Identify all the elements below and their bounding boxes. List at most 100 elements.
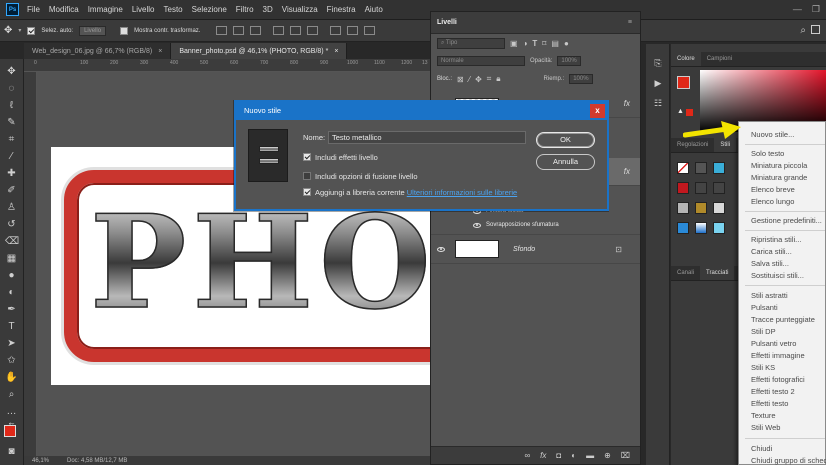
include-effects-checkbox[interactable] [303, 153, 311, 161]
menu-item[interactable]: Pulsanti [751, 303, 778, 312]
filter-toggle-icon[interactable]: ● [564, 39, 569, 48]
style-swatch[interactable] [677, 222, 689, 234]
new-layer-icon[interactable]: ⊕ [604, 451, 611, 460]
tab-colore[interactable]: Colore [671, 52, 701, 66]
properties-panel-icon[interactable]: ☷ [652, 98, 664, 110]
close-icon[interactable]: × [158, 48, 162, 55]
marquee-tool-icon[interactable]: ◌ [5, 82, 18, 95]
move-tool-icon[interactable]: ✥ [4, 25, 12, 36]
autoselect-checkbox[interactable] [27, 26, 36, 35]
add-style-icon[interactable]: fx [540, 451, 546, 460]
menu-livello[interactable]: Livello [132, 5, 155, 14]
menu-item[interactable]: Ripristina stili... [751, 235, 801, 244]
eyedropper-tool-icon[interactable]: ⁄ [5, 150, 18, 163]
distribute-top-icon[interactable] [330, 26, 342, 35]
quick-select-tool-icon[interactable]: ✎ [5, 116, 18, 129]
menu-item[interactable]: Effetti immagine [751, 351, 805, 360]
style-swatch[interactable] [713, 202, 725, 214]
tab-banner-photo[interactable]: Banner_photo.psd @ 46,1% (PHOTO, RGB/8) … [171, 43, 348, 59]
style-swatch[interactable] [677, 162, 689, 174]
filter-type-icon[interactable]: T [532, 39, 537, 48]
close-button[interactable]: x [590, 104, 605, 118]
menu-3d[interactable]: 3D [263, 5, 273, 14]
add-to-library-checkbox[interactable] [303, 188, 311, 196]
style-swatch[interactable] [713, 222, 725, 234]
shape-tool-icon[interactable]: ✩ [5, 354, 18, 367]
menu-item[interactable]: Miniatura grande [751, 173, 807, 182]
eye-icon[interactable] [437, 246, 445, 252]
close-icon[interactable]: × [334, 48, 338, 55]
align-center-icon[interactable] [290, 26, 302, 35]
menu-item[interactable]: Chiudi gruppo di schede [751, 456, 826, 465]
layer-row-background[interactable]: Sfondo ⊡ [431, 234, 640, 264]
history-panel-icon[interactable]: ⎘ [652, 58, 664, 70]
cancel-button[interactable]: Annulla [536, 154, 595, 170]
tab-canali[interactable]: Canali [671, 266, 700, 280]
tool-preset-chevron-icon[interactable]: ▾ [18, 27, 21, 34]
add-mask-icon[interactable]: ◘ [556, 451, 561, 460]
menu-item[interactable]: Chiudi [751, 444, 772, 453]
path-select-tool-icon[interactable]: ➤ [5, 337, 18, 350]
filter-smart-icon[interactable]: ▤ [551, 39, 559, 48]
search-icon[interactable]: ⌕ [800, 25, 806, 36]
filter-adjust-icon[interactable]: ◑ [523, 39, 528, 48]
clone-stamp-tool-icon[interactable]: ♙ [5, 201, 18, 214]
style-swatch[interactable] [695, 202, 707, 214]
filter-shape-icon[interactable]: ⌑ [542, 39, 546, 48]
effect-row[interactable]: Sovrapposizione sfumatura [431, 222, 640, 228]
dodge-tool-icon[interactable]: ◐ [5, 286, 18, 299]
menu-item[interactable]: Stili Web [751, 423, 780, 432]
distribute-bottom-icon[interactable] [364, 26, 376, 35]
menu-item-new-style[interactable]: Nuovo stile... [751, 130, 794, 139]
eye-icon[interactable] [473, 222, 481, 228]
pen-tool-icon[interactable]: ✒ [5, 303, 18, 316]
menu-item[interactable]: Pulsanti vetro [751, 339, 796, 348]
hand-tool-icon[interactable]: ✋ [5, 371, 18, 384]
lock-position-icon[interactable]: ✥ [475, 75, 482, 84]
transform-controls-checkbox[interactable] [120, 26, 129, 35]
healing-brush-tool-icon[interactable]: ✚ [5, 167, 18, 180]
style-name-input[interactable]: Testo metallico [328, 131, 526, 144]
type-tool-icon[interactable]: T [5, 320, 18, 333]
crop-tool-icon[interactable]: ⌗ [5, 133, 18, 146]
move-tool-icon[interactable]: ✥ [5, 65, 18, 78]
minimize-icon[interactable]: — [793, 4, 802, 15]
style-swatch[interactable] [695, 182, 707, 194]
new-adjustment-icon[interactable]: ◐ [571, 451, 576, 460]
play-actions-icon[interactable]: ▶ [652, 78, 664, 90]
align-left-icon[interactable] [273, 26, 285, 35]
distribute-middle-icon[interactable] [347, 26, 359, 35]
menu-modifica[interactable]: Modifica [49, 5, 79, 14]
foreground-color-swatch[interactable] [4, 425, 16, 437]
library-info-link[interactable]: Ulteriori informazioni sulle librerie [407, 188, 517, 197]
panel-menu-icon[interactable]: ≡ [628, 19, 632, 26]
quick-mask-icon[interactable]: ◙ [5, 445, 18, 458]
menu-item[interactable]: Gestione predefiniti... [751, 216, 822, 225]
dialog-title[interactable]: Nuovo stile [236, 102, 607, 120]
foreground-color-swatch[interactable] [677, 76, 690, 89]
lock-all-icon[interactable]: 🔒︎ [496, 74, 500, 84]
filter-pixel-icon[interactable]: ▣ [510, 39, 518, 48]
zoom-tool-icon[interactable]: ⌕ [5, 388, 18, 401]
style-swatch[interactable] [713, 162, 725, 174]
menu-item[interactable]: Tracce punteggiate [751, 315, 815, 324]
tab-tracciati[interactable]: Tracciati [700, 266, 735, 280]
lock-transparency-icon[interactable]: ⊠ [457, 75, 464, 84]
tab-web-design[interactable]: Web_design_06.jpg @ 66,7% (RGB/8) × [24, 43, 172, 59]
menu-item[interactable]: Solo testo [751, 149, 784, 158]
menu-item[interactable]: Stili DP [751, 327, 776, 336]
layers-panel-title[interactable]: Livelli [437, 19, 457, 26]
include-blend-checkbox[interactable] [303, 172, 311, 180]
menu-finestra[interactable]: Finestra [327, 5, 356, 14]
fill-field[interactable]: 100% [569, 74, 593, 84]
align-top-icon[interactable] [216, 26, 228, 35]
align-bottom-icon[interactable] [250, 26, 262, 35]
menu-item[interactable]: Effetti fotografici [751, 375, 805, 384]
menu-item[interactable]: Miniatura piccola [751, 161, 807, 170]
new-group-icon[interactable]: ▬ [586, 451, 594, 460]
style-swatch[interactable] [677, 202, 689, 214]
menu-item[interactable]: Sostituisci stili... [751, 271, 804, 280]
menu-item[interactable]: Salva stili... [751, 259, 789, 268]
menu-item[interactable]: Carica stili... [751, 247, 792, 256]
gamut-color-chip[interactable] [686, 109, 693, 116]
